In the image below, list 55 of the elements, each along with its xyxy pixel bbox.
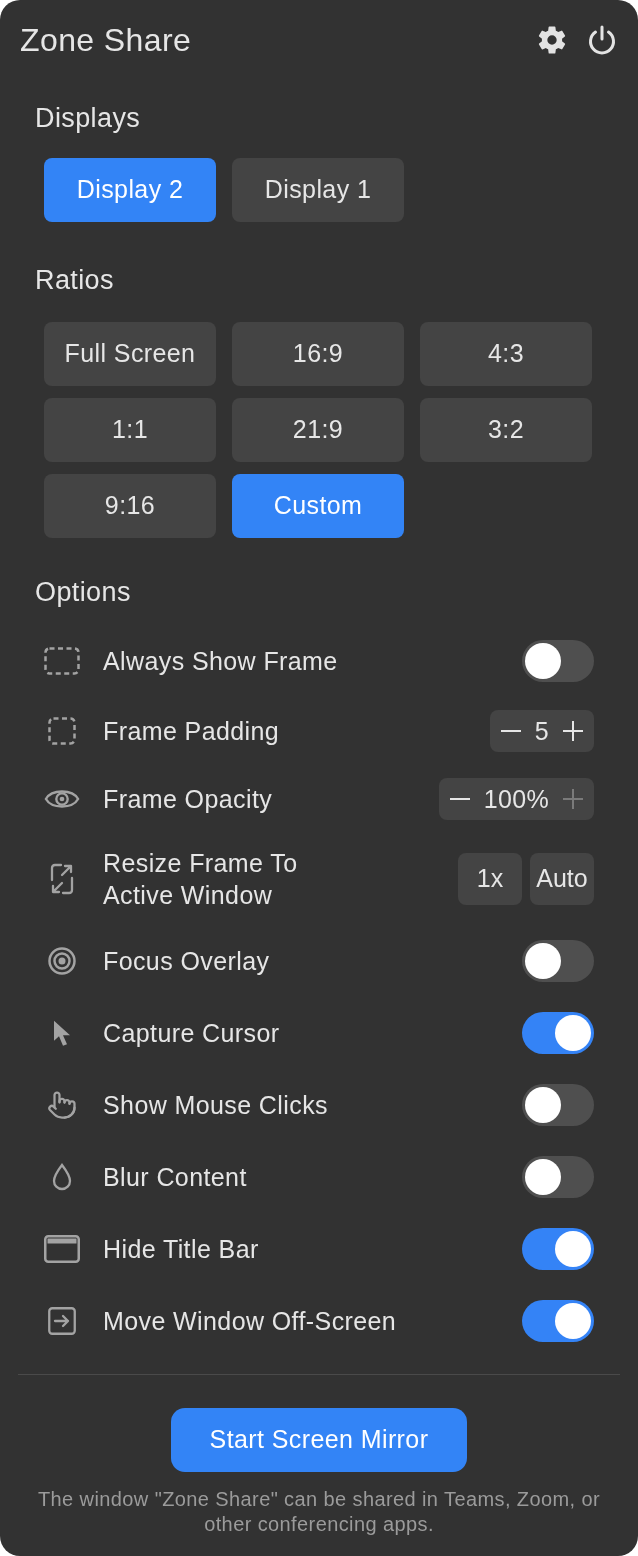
option-label: Show Mouse Clicks [103,1090,328,1121]
hand-pointer-icon [47,1090,77,1120]
option-label: Focus Overlay [103,946,270,977]
option-button[interactable]: 21:9 [232,398,404,462]
option-button[interactable]: 1:1 [44,398,216,462]
stepper-value: 100% [483,784,549,814]
option-button[interactable]: Display 1 [232,158,404,222]
option-label: Blur Content [103,1162,247,1193]
section-heading: Options [35,576,131,608]
option-label: Move Window Off-Screen [103,1306,397,1337]
window-title: Zone Share [20,21,192,60]
dashed-square-icon [48,717,76,745]
option-label: Always Show Frame [103,646,338,677]
footer-note: The window "Zone Share" can be shared in Teams, Zoom, or other conferencing apps. [36,1487,602,1537]
toggle-switch[interactable] [522,1228,594,1270]
option-button[interactable]: 3:2 [420,398,592,462]
cursor-icon [53,1019,71,1047]
arrow-in-box-icon [48,1307,76,1335]
plus-icon [563,789,583,809]
toggle-switch[interactable] [522,940,594,982]
minus-icon [449,798,470,800]
minus-icon [500,730,521,732]
settings-icon [537,25,567,55]
eye-icon [44,787,80,811]
option-button[interactable]: Custom [232,474,404,538]
option-button[interactable]: 9:16 [44,474,216,538]
target-icon [48,947,76,975]
dashed-rectangle-icon [44,647,80,675]
option-label: Frame Padding [103,716,280,747]
size-option-button[interactable]: Auto [530,853,594,905]
toggle-switch[interactable] [522,1300,594,1342]
window-icon [44,1235,80,1263]
option-label: Capture Cursor [103,1018,280,1049]
toggle-switch[interactable] [522,1156,594,1198]
option-button[interactable]: 4:3 [420,322,592,386]
droplet-icon [52,1163,72,1191]
section-heading: Displays [35,102,141,134]
option-label: Frame Opacity [103,784,273,815]
plus-icon [563,721,583,741]
option-button[interactable]: 16:9 [232,322,404,386]
option-label: Resize Frame To Active Window [103,848,299,911]
stepper-value: 5 [534,716,549,746]
option-button[interactable]: Full Screen [44,322,216,386]
power-button[interactable] [587,25,617,55]
power-icon [587,25,617,55]
size-option-button[interactable]: 1x [458,853,522,905]
toggle-switch[interactable] [522,1084,594,1126]
section-heading: Ratios [35,264,114,296]
settings-button[interactable] [537,25,567,55]
start-mirror-button[interactable]: Start Screen Mirror [171,1408,467,1472]
toggle-switch[interactable] [522,640,594,682]
option-label: Hide Title Bar [103,1234,259,1265]
resize-arrows-icon [50,863,74,895]
option-button[interactable]: Display 2 [44,158,216,222]
toggle-switch[interactable] [522,1012,594,1054]
